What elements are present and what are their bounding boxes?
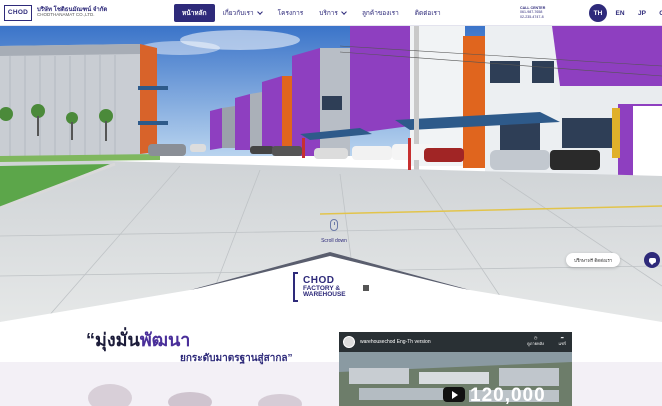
top-header: CHOD บริษัท โชติธนมัณฑน์ จำกัด CHODTHANA…	[0, 0, 662, 26]
nav-about[interactable]: เกี่ยวกับเรา	[215, 4, 270, 22]
lang-th[interactable]: TH	[589, 4, 607, 22]
call-center[interactable]: CALL CENTER 061-987-7658 02-235-4747-8	[520, 6, 545, 19]
logo-text: CHOD	[7, 9, 29, 16]
brand-line3: WAREHOUSE	[303, 291, 346, 298]
channel-avatar[interactable]	[343, 336, 355, 348]
share-button[interactable]: ➦ แชร์	[559, 335, 566, 347]
nav-contact-label: ติดต่อเรา	[414, 10, 441, 17]
slogan-headline: “มุ่งมั่นพัฒนา	[86, 325, 190, 354]
factory-warehouse-logo: CHOD FACTORY & WAREHOUSE	[293, 272, 369, 302]
slogan-part2: พัฒนา	[139, 330, 191, 350]
share-icon: ➦	[560, 335, 564, 340]
nav-about-label: เกี่ยวกับเรา	[222, 10, 254, 17]
nav-customers[interactable]: ลูกค้าของเรา	[354, 4, 407, 22]
lang-jp[interactable]: JP	[633, 4, 651, 22]
nav-home[interactable]: หน้าหลัก	[174, 4, 215, 22]
team-photo	[88, 384, 302, 406]
video-player[interactable]: warehousechod Eng-Th version ◷ ดูภายหลัง …	[339, 332, 572, 406]
nav-projects[interactable]: โครงการ	[270, 4, 312, 22]
brand-square-mark	[363, 285, 369, 291]
bracket-mark	[293, 272, 298, 302]
chevron-down-icon	[341, 8, 347, 15]
company-name: บริษัท โชติธนมัณฑน์ จำกัด CHODTHANAMAT C…	[37, 7, 107, 18]
scroll-down[interactable]: Scroll down	[314, 218, 354, 244]
company-name-en: CHODTHANAMAT CO.,LTD.	[37, 12, 95, 18]
video-title[interactable]: warehousechod Eng-Th version	[360, 339, 431, 345]
nav-contact[interactable]: ติดต่อเรา	[407, 4, 449, 22]
nav-services-label: บริการ	[319, 10, 338, 17]
nav-services[interactable]: บริการ	[311, 4, 354, 22]
slogan-part1: มุ่งมั่น	[95, 330, 140, 350]
chevron-down-icon	[256, 8, 263, 15]
video-title-bar: warehousechod Eng-Th version ◷ ดูภายหลัง …	[339, 332, 572, 352]
call-number: 02-235-4747-8	[520, 14, 544, 19]
brand-line1: CHOD	[303, 274, 335, 286]
brand-text: CHOD FACTORY & WAREHOUSE	[303, 274, 346, 299]
share-label: แชร์	[558, 341, 566, 346]
scroll-down-label: Scroll down	[321, 238, 347, 244]
clock-icon: ◷	[533, 335, 538, 340]
nav-customers-label: ลูกค้าของเรา	[361, 10, 399, 17]
nav-home-label: หน้าหลัก	[182, 10, 207, 17]
slogan-subline: ยกระดับมาตรฐานสู่สากล”	[180, 353, 293, 364]
watch-later-label: ดูภายหลัง	[527, 341, 544, 346]
slogan-quote: “	[86, 330, 95, 350]
nav-projects-label: โครงการ	[277, 10, 304, 17]
mouse-icon	[330, 219, 338, 231]
call-number: 061-987-7658	[520, 10, 543, 15]
language-switcher: TH EN JP CH	[589, 4, 662, 22]
company-logo[interactable]: CHOD	[4, 4, 32, 21]
lang-ch[interactable]: CH	[655, 4, 662, 22]
main-nav: หน้าหลัก เกี่ยวกับเรา โครงการ บริการ ลูก…	[174, 4, 449, 22]
lang-en[interactable]: EN	[611, 4, 629, 22]
play-button[interactable]	[443, 387, 465, 402]
watch-later-button[interactable]: ◷ ดูภายหลัง	[527, 335, 544, 347]
video-overlay-number: 120,000	[470, 385, 546, 406]
